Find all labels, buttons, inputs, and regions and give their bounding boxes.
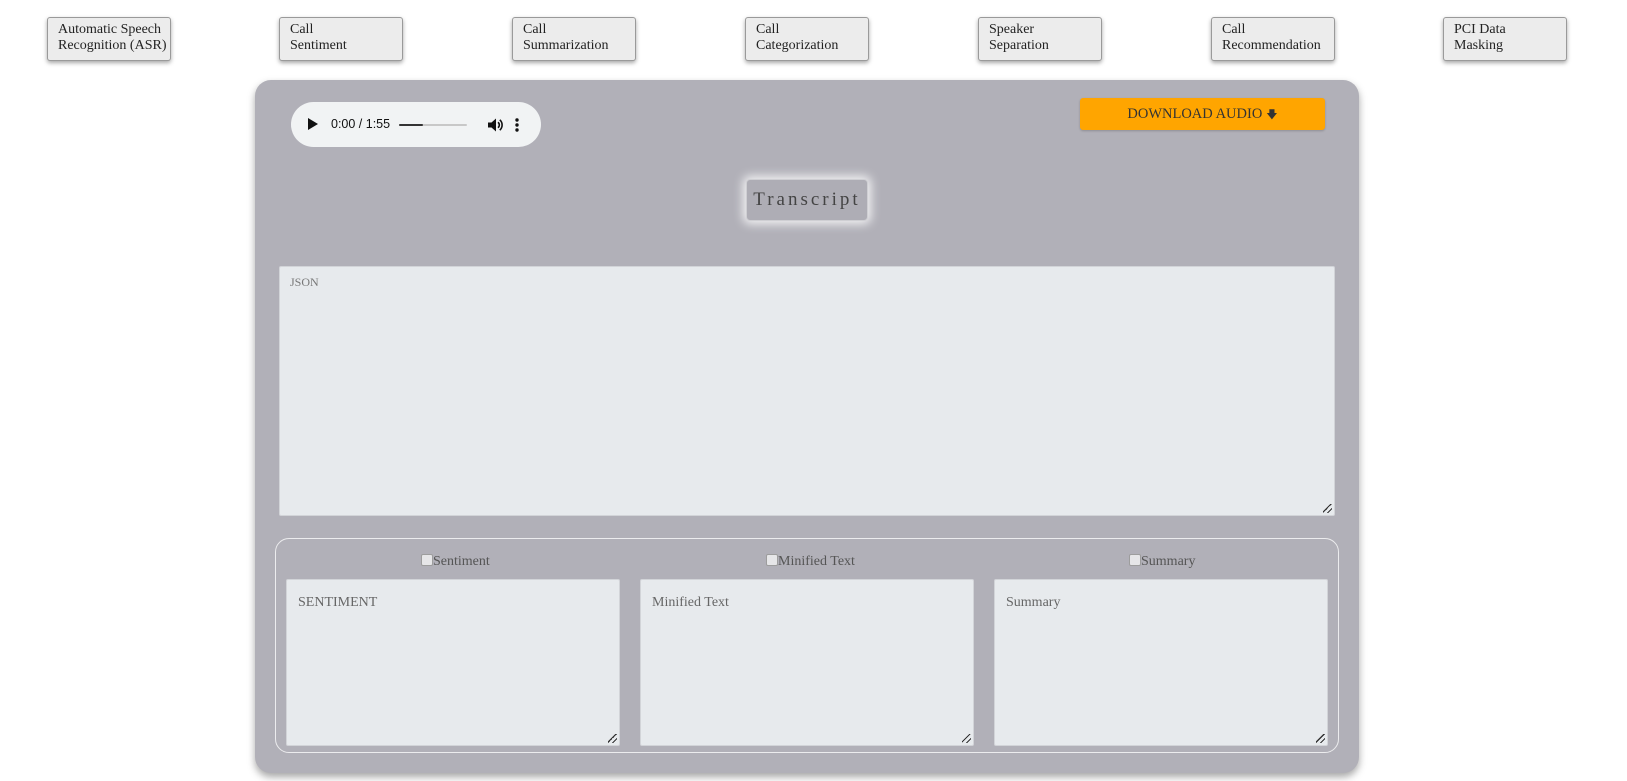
- summary-checkbox-label: Summary: [1141, 554, 1196, 569]
- nav-button-asr[interactable]: Automatic Speech Recognition (ASR): [47, 17, 171, 61]
- nav-button-call-summarization[interactable]: Call Summarization: [512, 17, 636, 61]
- main-panel: 0:00 / 1:55 DOWNLOAD AUDIO 🡇 Transcript J…: [255, 80, 1359, 773]
- download-audio-button[interactable]: DOWNLOAD AUDIO 🡇: [1080, 98, 1325, 130]
- nav-button-call-sentiment[interactable]: Call Sentiment: [279, 17, 403, 61]
- minified-text-textarea[interactable]: Minified Text: [640, 579, 974, 746]
- analysis-section: Sentiment Minified Text Summary SENTIMEN…: [275, 538, 1339, 753]
- audio-seek-fill: [399, 124, 423, 126]
- audio-seek-bar[interactable]: [399, 124, 467, 126]
- nav-label-line2: Sentiment: [290, 38, 347, 53]
- play-icon[interactable]: [308, 118, 318, 130]
- nav-label-line1: Call: [756, 22, 780, 37]
- nav-button-pci-data-masking[interactable]: PCI Data Masking: [1443, 17, 1567, 61]
- resize-handle-icon[interactable]: [962, 734, 971, 743]
- resize-handle-icon[interactable]: [608, 734, 617, 743]
- nav-label-line1: Automatic Speech: [58, 22, 162, 37]
- summary-placeholder: Summary: [1006, 595, 1061, 610]
- minified-checkbox-label: Minified Text: [778, 554, 855, 569]
- sentiment-checkbox-row[interactable]: Sentiment: [421, 554, 490, 570]
- nav-label-line1: Call: [523, 22, 547, 37]
- json-textarea[interactable]: JSON: [279, 266, 1335, 516]
- volume-icon[interactable]: [486, 116, 504, 134]
- nav-label-line1: Call: [1222, 22, 1246, 37]
- sentiment-textarea[interactable]: SENTIMENT: [286, 579, 620, 746]
- nav-label-line2: Recommendation: [1222, 38, 1321, 53]
- download-arrow-icon: 🡇: [1266, 108, 1278, 121]
- sentiment-placeholder: SENTIMENT: [298, 595, 378, 610]
- nav-button-call-recommendation[interactable]: Call Recommendation: [1211, 17, 1335, 61]
- nav-label-line1: Call: [290, 22, 314, 37]
- download-audio-label: DOWNLOAD AUDIO: [1127, 106, 1263, 122]
- resize-handle-icon[interactable]: [1323, 504, 1332, 513]
- minified-text-checkbox[interactable]: [766, 554, 778, 566]
- summary-textarea[interactable]: Summary: [994, 579, 1328, 746]
- minified-checkbox-row[interactable]: Minified Text: [766, 554, 855, 570]
- json-placeholder: JSON: [290, 275, 319, 289]
- summary-checkbox-row[interactable]: Summary: [1129, 554, 1195, 570]
- audio-time: 0:00 / 1:55: [331, 117, 391, 131]
- nav-label-line2: Separation: [989, 38, 1049, 53]
- resize-handle-icon[interactable]: [1316, 734, 1325, 743]
- nav-label-line2: Recognition (ASR): [58, 38, 167, 53]
- nav-button-call-categorization[interactable]: Call Categorization: [745, 17, 869, 61]
- nav-label-line2: Masking: [1454, 38, 1503, 53]
- sentiment-checkbox[interactable]: [421, 554, 433, 566]
- nav-button-speaker-separation[interactable]: Speaker Separation: [978, 17, 1102, 61]
- transcript-button[interactable]: Transcript: [746, 179, 868, 221]
- sentiment-checkbox-label: Sentiment: [433, 554, 490, 569]
- audio-player[interactable]: 0:00 / 1:55: [291, 102, 541, 147]
- more-options-icon[interactable]: [513, 116, 521, 134]
- nav-label-line2: Categorization: [756, 38, 839, 53]
- nav-label-line2: Summarization: [523, 38, 609, 53]
- nav-label-line1: Speaker: [989, 22, 1035, 37]
- minified-text-placeholder: Minified Text: [652, 595, 729, 610]
- nav-label-line1: PCI Data: [1454, 22, 1506, 37]
- summary-checkbox[interactable]: [1129, 554, 1141, 566]
